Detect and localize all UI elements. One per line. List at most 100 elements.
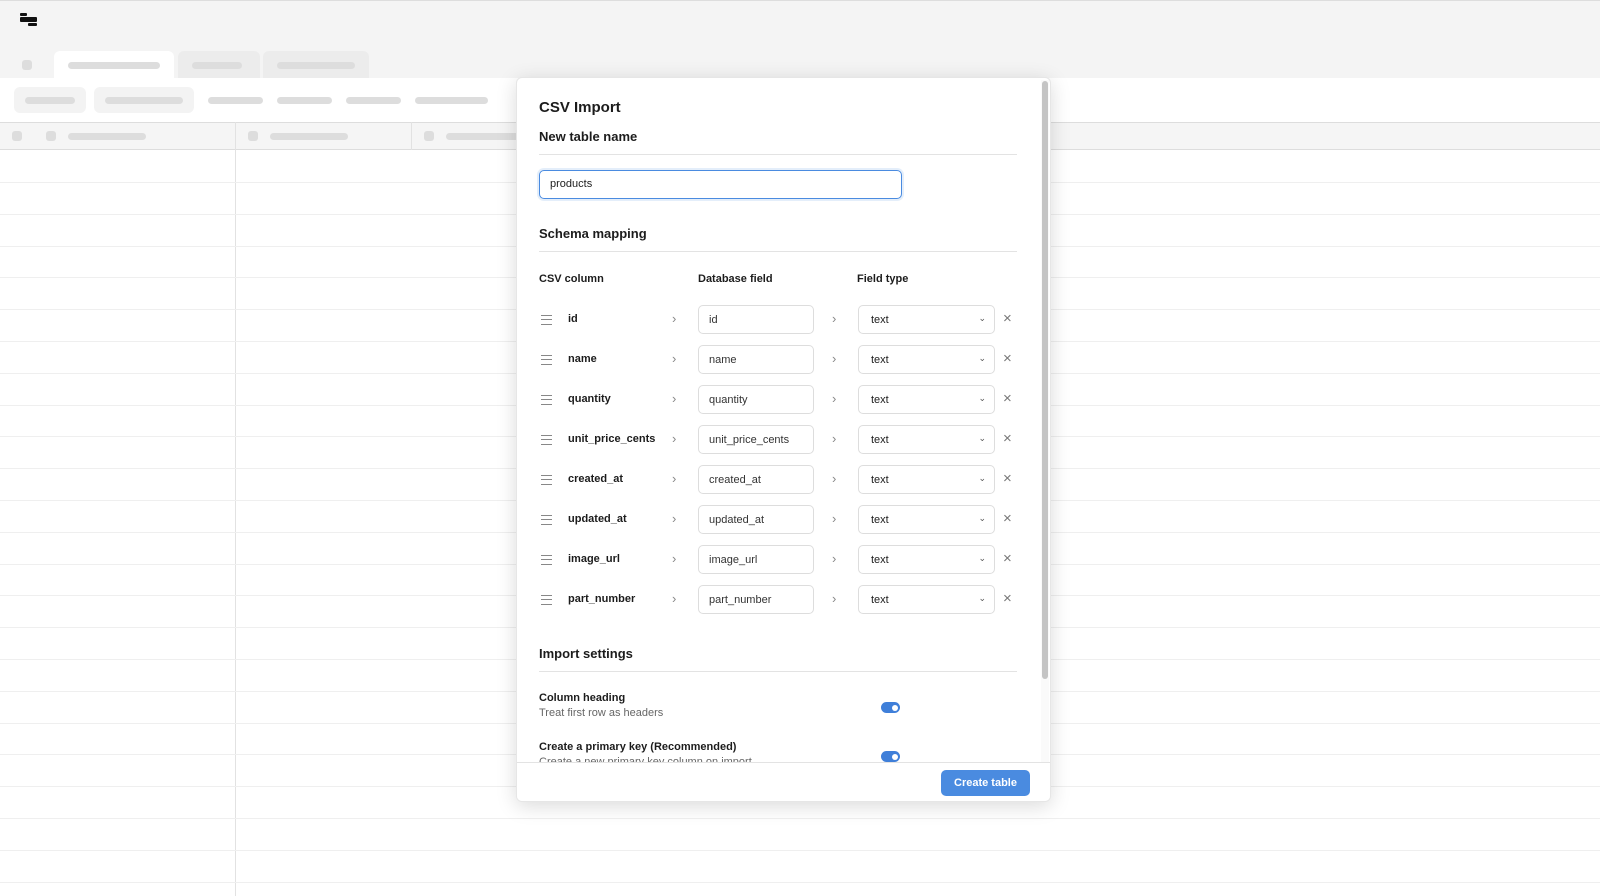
create-table-button[interactable]: Create table [941,770,1030,796]
toolbar-item[interactable] [346,97,401,104]
drag-handle-icon[interactable] [541,395,552,405]
chevron-right-icon: › [672,431,677,446]
chevron-down-icon: ⌄ [978,513,986,523]
chevron-down-icon: ⌄ [978,473,986,483]
drag-handle-icon[interactable] [541,555,552,565]
field-type-select[interactable]: text ⌄ [858,585,995,614]
remove-row-icon[interactable]: × [1003,430,1012,447]
field-type-value: text [871,514,889,526]
schema-mapping-heading: Schema mapping [539,226,647,241]
toolbar-button[interactable] [94,87,194,113]
field-type-select[interactable]: text ⌄ [858,345,995,374]
remove-row-icon[interactable]: × [1003,510,1012,527]
database-field-input[interactable]: quantity [698,385,814,414]
field-type-select[interactable]: text ⌄ [858,465,995,494]
chevron-right-icon: › [832,351,837,366]
drag-handle-icon[interactable] [541,315,552,325]
csv-column-header: CSV column [539,273,604,285]
tab[interactable] [178,51,260,79]
field-type-value: text [871,474,889,486]
mapping-row: image_url › image_url › text ⌄ × [517,545,1050,575]
tab-icon-placeholder [22,60,32,70]
csv-column-name: quantity [568,393,611,405]
tab-active[interactable] [54,51,174,79]
column-heading-description: Treat first row as headers [539,707,664,719]
database-field-input[interactable]: created_at [698,465,814,494]
csv-column-name: part_number [568,593,636,605]
app-top-bar [0,0,1600,79]
csv-column-name: image_url [568,553,620,565]
database-field-input[interactable]: image_url [698,545,814,574]
grid-divider [235,122,236,896]
remove-row-icon[interactable]: × [1003,310,1012,327]
database-field-input[interactable]: updated_at [698,505,814,534]
field-type-select[interactable]: text ⌄ [858,385,995,414]
drag-handle-icon[interactable] [541,475,552,485]
chevron-right-icon: › [672,311,677,326]
database-field-input[interactable]: unit_price_cents [698,425,814,454]
field-type-select[interactable]: text ⌄ [858,505,995,534]
dialog-title: CSV Import [539,99,621,116]
chevron-right-icon: › [672,551,677,566]
database-field-input[interactable]: part_number [698,585,814,614]
chevron-right-icon: › [832,431,837,446]
scrollbar[interactable] [1041,80,1049,763]
mapping-row: name › name › text ⌄ × [517,345,1050,375]
toolbar-button[interactable] [14,87,86,113]
chevron-down-icon: ⌄ [978,393,986,403]
database-field-input[interactable]: id [698,305,814,334]
field-type-value: text [871,354,889,366]
chevron-right-icon: › [832,391,837,406]
primary-key-toggle[interactable] [881,751,900,762]
grid-row-line [0,818,1600,819]
remove-row-icon[interactable]: × [1003,590,1012,607]
table-name-input[interactable]: products [539,170,902,199]
chevron-right-icon: › [672,351,677,366]
drag-handle-icon[interactable] [541,515,552,525]
toolbar-item[interactable] [277,97,332,104]
toolbar-item[interactable] [415,97,488,104]
chevron-down-icon: ⌄ [978,593,986,603]
csv-import-dialog: CSV Import New table name products Schem… [516,77,1051,802]
grid-divider [411,122,412,150]
csv-column-name: name [568,353,597,365]
database-field-header: Database field [698,273,773,285]
chevron-right-icon: › [832,471,837,486]
mapping-row: part_number › part_number › text ⌄ × [517,585,1050,615]
chevron-right-icon: › [832,511,837,526]
column-heading-toggle[interactable] [881,702,900,713]
drag-handle-icon[interactable] [541,355,552,365]
mapping-row: quantity › quantity › text ⌄ × [517,385,1050,415]
field-type-select[interactable]: text ⌄ [858,305,995,334]
grid-row-line [0,850,1600,851]
remove-row-icon[interactable]: × [1003,470,1012,487]
tab[interactable] [263,51,369,79]
remove-row-icon[interactable]: × [1003,550,1012,567]
chevron-right-icon: › [672,591,677,606]
chevron-down-icon: ⌄ [978,313,986,323]
mapping-row: created_at › created_at › text ⌄ × [517,465,1050,495]
drag-handle-icon[interactable] [541,435,552,445]
dialog-footer: Create table [517,762,1050,801]
field-type-select[interactable]: text ⌄ [858,425,995,454]
drag-handle-icon[interactable] [541,595,552,605]
field-type-value: text [871,434,889,446]
mapping-row: updated_at › updated_at › text ⌄ × [517,505,1050,535]
field-type-value: text [871,594,889,606]
remove-row-icon[interactable]: × [1003,350,1012,367]
field-type-value: text [871,554,889,566]
app-logo-icon [20,13,38,29]
field-type-select[interactable]: text ⌄ [858,545,995,574]
chevron-down-icon: ⌄ [978,433,986,443]
csv-column-name: created_at [568,473,624,485]
field-type-value: text [871,394,889,406]
database-field-input[interactable]: name [698,345,814,374]
chevron-right-icon: › [672,471,677,486]
chevron-right-icon: › [832,311,837,326]
remove-row-icon[interactable]: × [1003,390,1012,407]
table-name-label: New table name [539,129,638,144]
mapping-row: unit_price_cents › unit_price_cents › te… [517,425,1050,455]
csv-column-name: updated_at [568,513,627,525]
column-heading-label: Column heading [539,692,626,704]
toolbar-item[interactable] [208,97,263,104]
